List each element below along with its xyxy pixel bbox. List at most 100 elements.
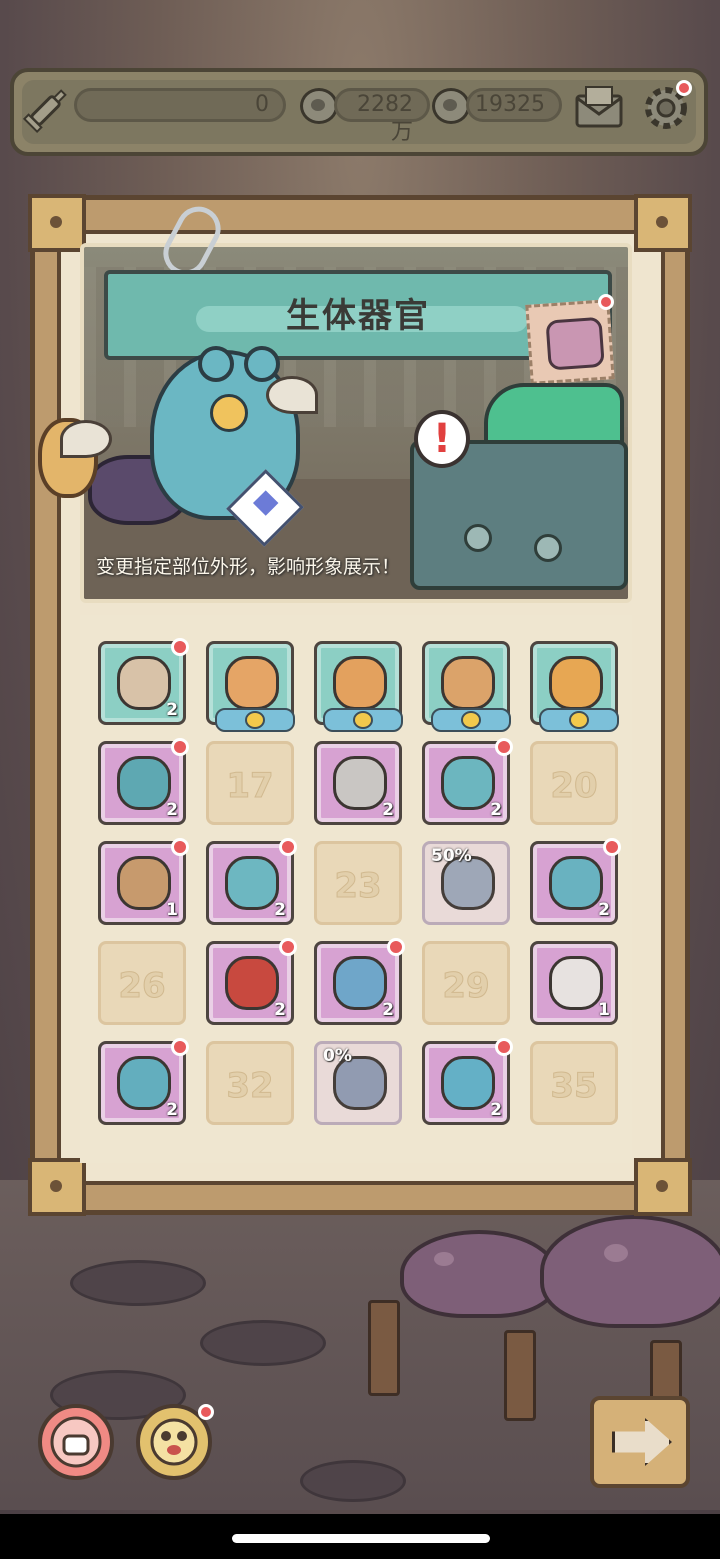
organ-slot[interactable]: 2 — [314, 741, 402, 825]
organ-count: 2 — [382, 800, 394, 820]
organ-count: 2 — [274, 1000, 286, 1020]
eye-stalk — [198, 346, 234, 382]
monster-face-icon — [150, 1418, 198, 1466]
organ-icon — [549, 656, 603, 710]
organ-icon — [441, 1056, 495, 1110]
slot-number: 23 — [334, 866, 382, 907]
organ-count: 2 — [598, 900, 610, 920]
organ-slot[interactable]: 2 — [98, 1038, 189, 1125]
organ-slot[interactable] — [206, 641, 295, 732]
organ-icon — [117, 756, 171, 810]
organ-slot[interactable] — [530, 641, 619, 732]
organ-icon — [545, 316, 605, 371]
fence-post — [368, 1300, 400, 1396]
organ-count: 2 — [382, 1000, 394, 1020]
locked-organ-slot[interactable]: 29 — [422, 941, 510, 1025]
mushroom-decoration — [400, 1230, 558, 1318]
notification-dot — [495, 1038, 513, 1056]
home-indicator[interactable] — [232, 1534, 490, 1543]
organ-menu-icon — [50, 1416, 102, 1468]
mushroom-decoration — [540, 1215, 720, 1328]
syringe-icon[interactable] — [22, 84, 72, 134]
settings-notification-dot — [676, 80, 692, 96]
organ-slot[interactable]: 2 — [422, 738, 513, 825]
organ-count: 2 — [274, 900, 286, 920]
stamp-notification-dot — [598, 294, 614, 310]
organ-icon — [333, 956, 387, 1010]
notification-dot — [495, 738, 513, 756]
organ-count: 2 — [490, 1100, 502, 1120]
organ-icon — [549, 856, 603, 910]
organ-slot[interactable]: 2 — [422, 1038, 513, 1125]
notification-dot — [279, 838, 297, 856]
stepping-stone — [300, 1460, 406, 1502]
horn-decoration — [266, 376, 318, 414]
organ-icon — [225, 656, 279, 710]
banner-caption: 变更指定部位外形，影响形象展示！ — [96, 556, 401, 578]
organ-count: 1 — [166, 900, 178, 920]
organ-icon — [333, 656, 387, 710]
organ-count: 2 — [166, 1100, 178, 1120]
locked-organ-slot[interactable]: 20 — [530, 741, 618, 825]
organ-slot[interactable]: 2 — [206, 938, 297, 1025]
organ-slot[interactable]: 0% — [314, 1041, 402, 1125]
notification-dot — [603, 838, 621, 856]
organ-count: 2 — [490, 800, 502, 820]
organ-icon — [117, 656, 171, 710]
locked-organ-slot[interactable]: 26 — [98, 941, 186, 1025]
stepping-stone — [200, 1320, 326, 1366]
notification-dot — [171, 738, 189, 756]
equipped-wings-icon — [323, 708, 403, 732]
organ-count: 2 — [166, 700, 178, 720]
slot-number: 32 — [226, 1066, 274, 1107]
notification-dot — [171, 638, 189, 656]
organ-slot[interactable]: 2 — [98, 738, 189, 825]
alert-icon[interactable]: ! — [414, 410, 470, 468]
organ-slot[interactable]: 1 — [98, 838, 189, 925]
organ-icon — [333, 756, 387, 810]
mail-icon[interactable] — [574, 84, 624, 130]
profile-notification-dot — [198, 1404, 214, 1420]
organ-slot[interactable] — [422, 641, 511, 732]
organ-icon — [225, 856, 279, 910]
energy-counter: 0 — [74, 88, 286, 122]
gems-counter: 19325 — [466, 88, 562, 122]
horn-decoration — [60, 420, 112, 458]
next-button[interactable] — [590, 1396, 690, 1488]
organ-icon — [117, 856, 171, 910]
unlock-progress: 50% — [431, 846, 472, 866]
organ-icon — [441, 656, 495, 710]
organ-icon — [117, 1056, 171, 1110]
notification-dot — [387, 938, 405, 956]
organ-slot[interactable]: 2 — [206, 838, 297, 925]
notification-dot — [171, 1038, 189, 1056]
currency-counter: 2282万 — [334, 88, 430, 145]
equipped-wings-icon — [539, 708, 619, 732]
organ-collection-stamp[interactable] — [525, 299, 615, 385]
organ-slot[interactable]: 2 — [314, 938, 405, 1025]
organ-menu-button[interactable] — [38, 1404, 114, 1480]
eye-stalk — [244, 346, 280, 382]
panel-corner — [634, 1158, 692, 1216]
notification-dot — [279, 938, 297, 956]
locked-organ-slot[interactable]: 23 — [314, 841, 402, 925]
organ-icon — [441, 756, 495, 810]
organ-slot[interactable]: 50% — [422, 841, 510, 925]
slot-number: 29 — [442, 966, 490, 1007]
organ-slot[interactable]: 2 — [98, 638, 189, 725]
speech-bubble-icon — [300, 88, 338, 124]
unlock-progress: 0% — [323, 1046, 352, 1066]
locked-organ-slot[interactable]: 35 — [530, 1041, 618, 1125]
panel-corner — [28, 1158, 86, 1216]
locked-organ-slot[interactable]: 17 — [206, 741, 294, 825]
organ-slot[interactable]: 2 — [530, 838, 621, 925]
stepping-stone — [70, 1260, 206, 1306]
arrow-right-icon — [612, 1418, 672, 1466]
speech-bubble-icon — [432, 88, 470, 124]
organ-slot[interactable] — [314, 641, 403, 732]
locked-organ-slot[interactable]: 32 — [206, 1041, 294, 1125]
organ-grid: 2 2 17 2 2 20 1 2 23 50% 2 26 2 2 29 1 2 32 0% 2 35 — [80, 615, 632, 1163]
organ-icon — [549, 956, 603, 1010]
organ-slot[interactable]: 1 — [530, 941, 618, 1025]
panel-corner — [634, 194, 692, 252]
